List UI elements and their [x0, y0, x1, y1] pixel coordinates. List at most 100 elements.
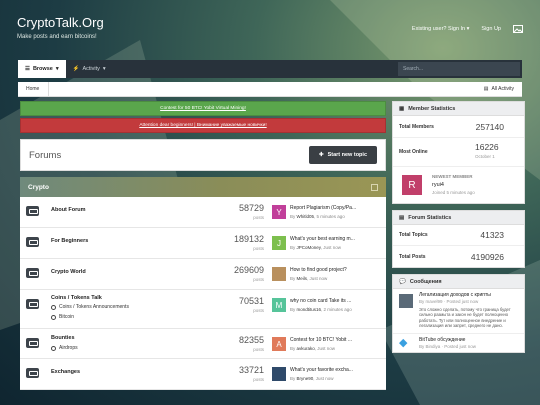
image-icon[interactable]: [513, 25, 523, 33]
tab-activity[interactable]: ⚡ Activity ▾: [66, 60, 113, 78]
start-topic-button[interactable]: ✚ Start new topic: [308, 146, 377, 164]
last-topic-link[interactable]: Report Plagiarism (Copy/Pa...: [290, 205, 356, 211]
forum-chat-icon: [26, 206, 39, 216]
contest-banner[interactable]: Contest for 50 BTC! Yobit Virtual Mining…: [20, 101, 386, 116]
forum-row[interactable]: Exchanges 33721 posts What's your favori…: [20, 359, 386, 390]
forum-name[interactable]: Bounties: [51, 335, 75, 341]
forum-row[interactable]: Coins / Tokens Talk Coins / Tokens Annou…: [20, 290, 386, 329]
forum-name[interactable]: About Forum: [51, 207, 86, 213]
last-topic-link[interactable]: How to find good project?: [290, 267, 347, 273]
message-time: Posted just now: [446, 299, 479, 304]
tab-browse-label: Browse: [32, 66, 53, 72]
last-post-author[interactable]: Whitld05: [297, 214, 315, 219]
post-count: 82355: [238, 335, 264, 345]
beginners-banner[interactable]: Attention dear beginners! | Внимание ува…: [20, 118, 386, 133]
stat-label: Total Topics: [399, 232, 428, 238]
last-topic-link[interactable]: What's your best earning m...: [290, 236, 355, 242]
posts-label: posts: [253, 308, 264, 313]
forum-row[interactable]: Bounties Airdrops 82355 posts A Contest …: [20, 329, 386, 359]
diamond-icon: ◆: [399, 337, 408, 349]
chevron-down-icon: ▾: [55, 66, 59, 72]
last-post-author[interactable]: JPCoMoney: [297, 245, 321, 250]
sign-up-link[interactable]: Sign Up: [481, 26, 501, 32]
avatar[interactable]: A: [272, 337, 286, 351]
widget-header: ▦ Member Statistics: [393, 102, 524, 116]
message-item[interactable]: ◆ BitTube обсуждение By Bindiya · Posted…: [393, 334, 524, 352]
last-post-time: 5 minutes ago: [316, 214, 345, 219]
chat-icon: 💬: [399, 278, 406, 285]
message-item[interactable]: Легализация доходов с крипты By mavel99 …: [393, 289, 524, 334]
last-post-author[interactable]: avkurako: [297, 346, 315, 351]
last-topic-link[interactable]: What's your favorite excha...: [290, 367, 353, 373]
start-topic-label: Start new topic: [327, 152, 367, 158]
forum-name[interactable]: Coins / Tokens Talk: [51, 295, 102, 301]
avatar[interactable]: J: [272, 236, 286, 250]
post-count: 33721: [238, 365, 264, 375]
stat-value: 16226: [475, 142, 499, 152]
last-topic-link[interactable]: why no coin card Take its ...: [290, 298, 351, 304]
widget-title: Сообщения: [409, 278, 442, 285]
forum-name[interactable]: Exchanges: [51, 369, 80, 375]
stat-date: October 1: [475, 154, 495, 159]
message-title[interactable]: BitTube обсуждение: [419, 337, 465, 343]
message-title[interactable]: Легализация доходов с крипты: [419, 292, 491, 298]
message-author[interactable]: By mavel99: [419, 299, 443, 304]
post-count: 58729: [238, 203, 264, 213]
posts-label: posts: [253, 215, 264, 220]
posts-label: posts: [253, 246, 264, 251]
stats-icon: ▦: [399, 105, 405, 112]
tab-browse[interactable]: ☰ Browse ▾: [18, 60, 66, 78]
forum-name[interactable]: Crypto World: [51, 269, 86, 275]
posts-label: posts: [253, 377, 264, 382]
newest-join-time: Joined 5 minutes ago: [432, 190, 475, 195]
forum-chat-icon: [26, 338, 39, 348]
avatar[interactable]: Y: [272, 205, 286, 219]
forum-row[interactable]: For Beginners 189132 posts J What's your…: [20, 228, 386, 259]
breadcrumb-home[interactable]: Home: [18, 81, 50, 97]
member-statistics-widget: ▦ Member Statistics Total Members 257140 M…: [392, 101, 525, 204]
stat-label: Total Members: [399, 123, 434, 130]
newest-member-name[interactable]: ryui4: [432, 182, 444, 188]
stat-most-online: Most Online 16226 October 1: [393, 138, 524, 167]
subforum-link[interactable]: Coins / Tokens Announcements: [51, 304, 129, 310]
last-post-time: 2 minutes ago: [323, 307, 352, 312]
stat-value: 41323: [480, 230, 504, 240]
last-post-meta: By avkurako, Just now: [290, 346, 336, 351]
avatar-photo[interactable]: [399, 294, 413, 308]
all-activity-link[interactable]: ▤ All Activity: [484, 86, 522, 92]
last-post-author[interactable]: Meils: [297, 276, 308, 281]
avatar[interactable]: M: [272, 298, 286, 312]
stat-total-topics: Total Topics 41323: [393, 225, 524, 246]
last-post-author[interactable]: mondtitus16: [297, 307, 322, 312]
last-post-meta: By Whitld05, 5 minutes ago: [290, 214, 345, 219]
last-post-time: Just now: [317, 346, 336, 351]
sidebar: ▦ Member Statistics Total Members 257140 M…: [392, 101, 525, 359]
search-input[interactable]: Search...: [398, 62, 520, 76]
subforum-link[interactable]: Airdrops: [51, 345, 78, 351]
newest-member: R NEWEST MEMBER ryui4 Joined 5 minutes a…: [393, 167, 524, 203]
widget-header: ▤ Forum Statistics: [393, 211, 524, 225]
widget-header: 💬 Сообщения: [393, 275, 524, 289]
avatar-photo[interactable]: [272, 267, 286, 281]
avatar-photo[interactable]: [272, 367, 286, 381]
last-topic-link[interactable]: Contest for 10 BTC! Yobit ...: [290, 337, 352, 343]
forum-statistics-widget: ▤ Forum Statistics Total Topics 41323 Tota…: [392, 210, 525, 268]
forum-row[interactable]: Crypto World 269609 posts How to find go…: [20, 259, 386, 290]
stat-label: Most Online: [399, 149, 428, 155]
forum-name[interactable]: For Beginners: [51, 238, 88, 244]
forum-row[interactable]: About Forum 58729 posts Y Report Plagiar…: [20, 197, 386, 228]
add-icon: ✚: [318, 152, 324, 158]
stat-value: 4190926: [470, 251, 504, 262]
collapse-toggle-icon[interactable]: [371, 183, 378, 191]
avatar[interactable]: R: [402, 175, 422, 195]
posts-label: posts: [253, 277, 264, 282]
menu-icon: ☰: [25, 66, 30, 72]
message-author[interactable]: By Bindiya: [419, 344, 440, 349]
category-title[interactable]: Crypto: [28, 184, 49, 191]
forum-chat-icon: [26, 299, 39, 309]
subforum-link[interactable]: Bitcoin: [51, 314, 74, 320]
newest-label: NEWEST MEMBER: [432, 174, 473, 179]
sign-in-link[interactable]: Existing user? Sign In ▾: [412, 26, 470, 32]
last-post-author[interactable]: Bryne90: [297, 376, 314, 381]
site-title[interactable]: CryptoTalk.Org: [17, 15, 104, 30]
